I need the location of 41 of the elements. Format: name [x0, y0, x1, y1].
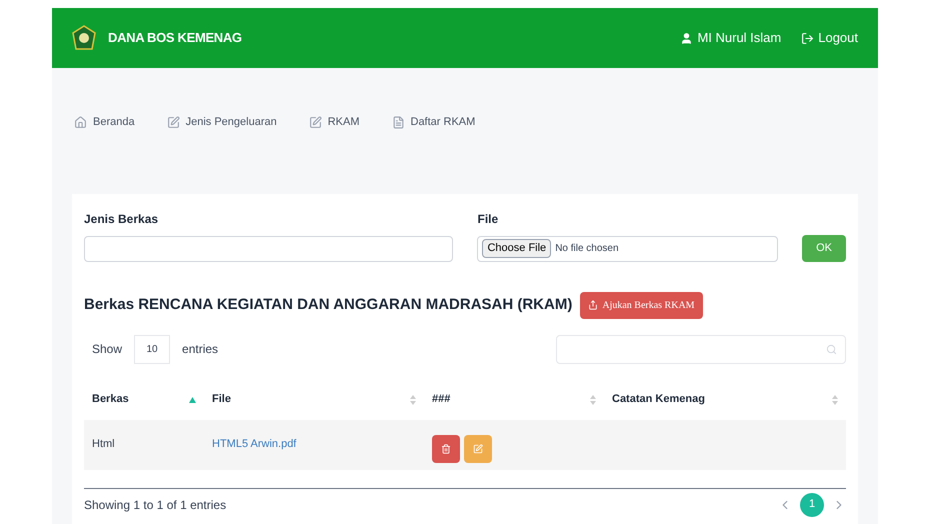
jenis-berkas-field[interactable]: [84, 236, 454, 262]
section-title: Berkas RENCANA KEGIATAN DAN ANGGARAN MADRASAH (RKAM): [84, 294, 572, 315]
user-icon: [680, 32, 694, 44]
file-link[interactable]: HTML5 Arwin.pdf: [204, 436, 424, 453]
field-label: File: [477, 210, 500, 228]
logout-icon: [801, 32, 814, 44]
search-icon: [826, 344, 837, 354]
sort-icon[interactable]: [590, 394, 596, 404]
emblem-logo: [72, 25, 96, 51]
column-header: File: [212, 392, 231, 408]
brand-title: DANA BOS KEMENAG: [108, 29, 242, 48]
file-status: No file chosen: [555, 242, 619, 256]
nav-link[interactable]: RKAM: [308, 114, 360, 130]
edit-icon: [308, 116, 322, 129]
show-label: Show: [92, 341, 122, 358]
field-label: Jenis Berkas: [84, 210, 160, 228]
edit-icon: [473, 444, 483, 454]
document-icon: [392, 116, 404, 129]
home-icon: [74, 116, 87, 129]
choose-file-button[interactable]: Choose File: [482, 239, 552, 258]
trash-icon: [441, 444, 451, 454]
column-header: Catatan Kemenag: [612, 392, 705, 408]
edit-button[interactable]: [464, 434, 492, 462]
entries-label: entries: [182, 341, 218, 358]
column-header: Berkas: [92, 392, 129, 408]
nav-link[interactable]: Jenis Pengeluaran: [166, 114, 277, 130]
edit-icon: [166, 116, 180, 129]
table-search-field[interactable]: [556, 334, 846, 364]
page-size-select[interactable]: 10: [134, 334, 170, 364]
table-cell-text: Html: [91, 437, 116, 452]
share-icon: [588, 300, 598, 310]
file-field[interactable]: Choose File No file chosen: [477, 236, 778, 262]
sort-ascending-icon[interactable]: [189, 396, 196, 402]
column-header: ###: [432, 392, 450, 408]
nav-link[interactable]: Daftar RKAM: [392, 114, 476, 130]
nav-link[interactable]: Beranda: [74, 114, 135, 130]
delete-button[interactable]: [432, 434, 460, 462]
submit-rkam-button[interactable]: Ajukan Berkas RKAM: [580, 292, 703, 318]
sort-icon[interactable]: [832, 394, 838, 404]
table-info: Showing 1 to 1 of 1 entries: [84, 496, 226, 514]
sort-icon[interactable]: [410, 394, 416, 404]
